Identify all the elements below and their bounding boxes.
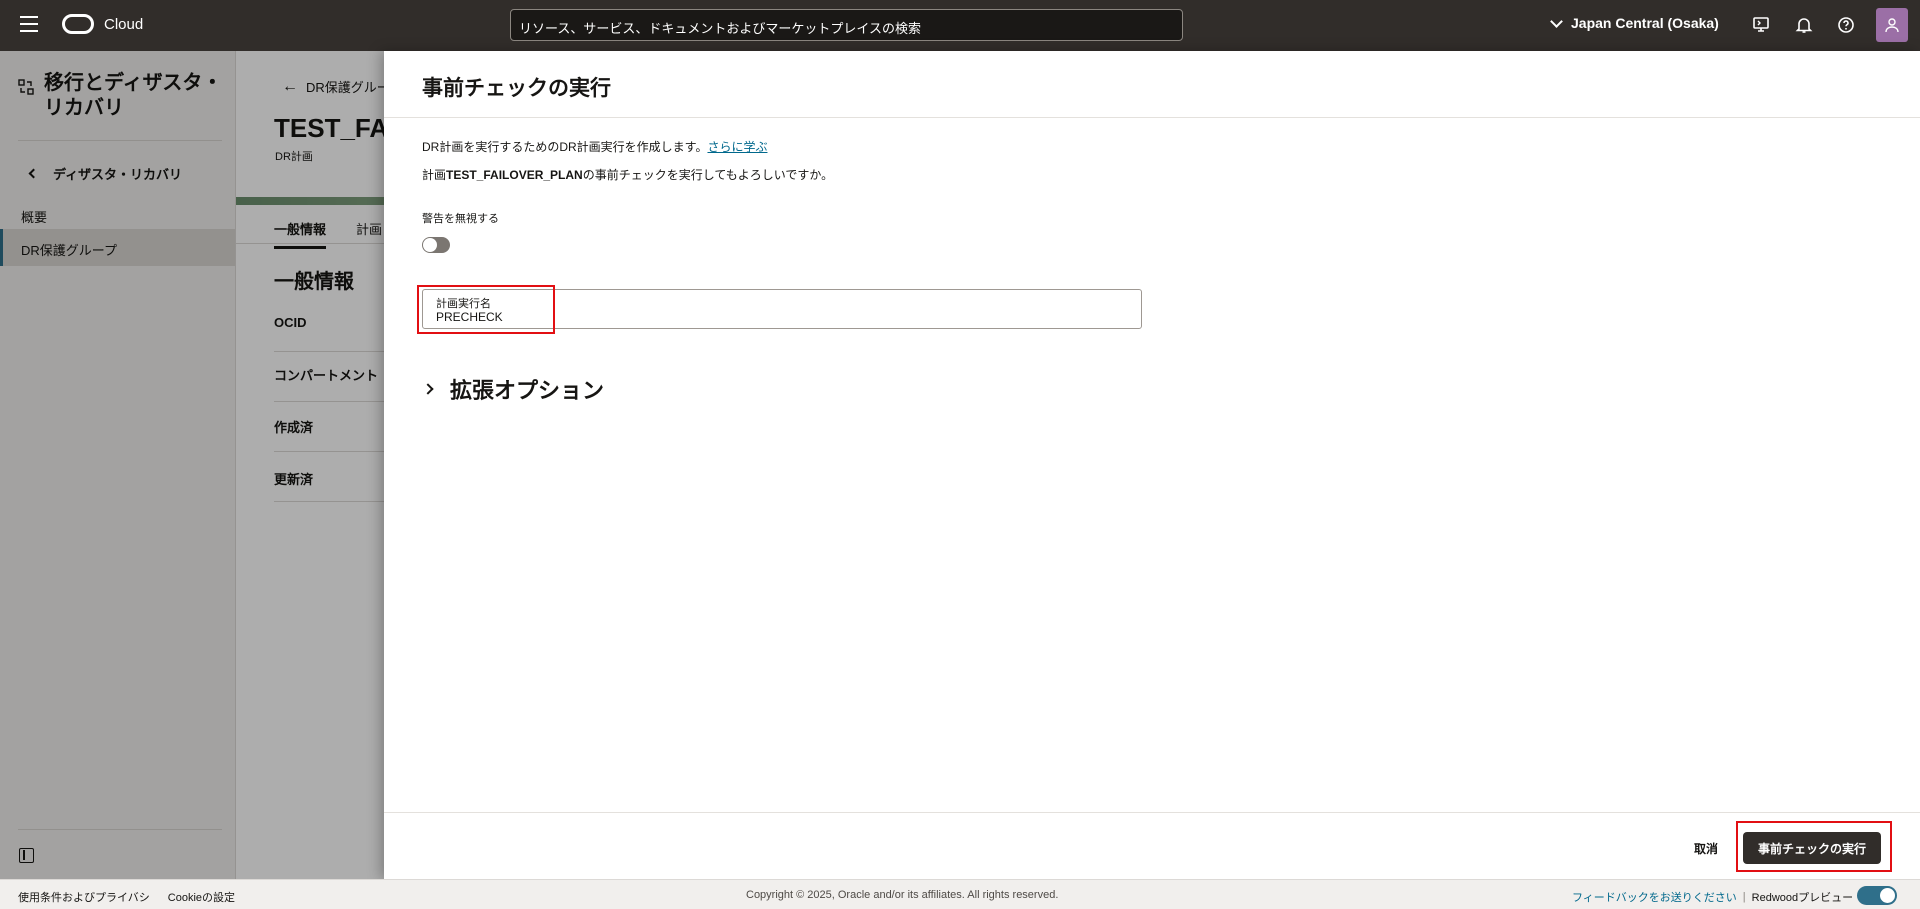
help-icon[interactable]: [1835, 14, 1857, 36]
feedback-link[interactable]: フィードバックをお送りください: [1572, 889, 1737, 905]
drawer-title-divider: [384, 117, 1920, 118]
oracle-ring-icon: [62, 14, 94, 34]
oracle-logo[interactable]: Cloud: [62, 14, 143, 34]
search-input[interactable]: リソース、サービス、ドキュメントおよびマーケットプレイスの検索: [510, 9, 1183, 41]
terms-privacy-link[interactable]: 使用条件およびプライバシ: [18, 889, 150, 905]
cookie-settings-link[interactable]: Cookieの設定: [168, 889, 235, 905]
page-footer: 使用条件およびプライバシ Cookieの設定 Copyright © 2025,…: [0, 879, 1920, 909]
confirm-text: 計画TEST_FAILOVER_PLANの事前チェックを実行してもよろしいですか…: [422, 166, 833, 183]
ignore-warnings-toggle[interactable]: [422, 237, 450, 253]
footer-separator: |: [1742, 891, 1746, 903]
learn-more-link[interactable]: さらに学ぶ: [707, 140, 767, 154]
drawer-footer-divider: [384, 812, 1920, 813]
plan-execution-name-field[interactable]: 計画実行名 PRECHECK: [422, 289, 1142, 329]
cancel-button[interactable]: 取消: [1686, 832, 1726, 865]
redwood-preview-label: Redwoodプレビュー: [1751, 892, 1854, 904]
chevron-right-icon: [422, 383, 434, 395]
confirm-suffix: の事前チェックを実行してもよろしいですか。: [582, 168, 834, 182]
run-precheck-button[interactable]: 事前チェックの実行: [1743, 832, 1881, 864]
drawer-title: 事前チェックの実行: [422, 77, 611, 100]
region-label: Japan Central (Osaka): [1571, 15, 1719, 31]
user-avatar[interactable]: [1876, 8, 1908, 42]
plan-execution-name-label: 計画実行名: [436, 298, 491, 310]
brand-label: Cloud: [104, 15, 144, 33]
confirm-plan-name: TEST_FAILOVER_PLAN: [446, 168, 583, 182]
redwood-preview-toggle[interactable]: [1857, 886, 1897, 905]
advanced-options-toggle[interactable]: 拡張オプション: [422, 373, 605, 405]
advanced-options-label: 拡張オプション: [450, 378, 605, 403]
chevron-down-icon: [1550, 14, 1563, 28]
precheck-drawer: 事前チェックの実行 DR計画を実行するためのDR計画実行を作成します。さらに学ぶ…: [384, 51, 1920, 879]
toggle-knob: [1880, 888, 1895, 903]
toggle-knob: [423, 238, 437, 252]
bell-icon[interactable]: [1793, 14, 1815, 36]
copyright-text: Copyright © 2025, Oracle and/or its affi…: [746, 889, 1059, 901]
intro-text: DR計画を実行するためのDR計画実行を作成します。: [422, 140, 708, 154]
menu-icon[interactable]: [20, 16, 42, 34]
top-header: Cloud リソース、サービス、ドキュメントおよびマーケットプレイスの検索 Ja…: [0, 0, 1920, 51]
plan-execution-name-value[interactable]: PRECHECK: [436, 310, 503, 324]
drawer-intro: DR計画を実行するためのDR計画実行を作成します。さらに学ぶ: [422, 138, 767, 155]
region-selector[interactable]: Japan Central (Osaka): [1550, 14, 1719, 31]
confirm-prefix: 計画: [422, 168, 447, 182]
cloud-shell-icon[interactable]: [1750, 14, 1772, 36]
ignore-warnings-label: 警告を無視する: [422, 213, 499, 225]
